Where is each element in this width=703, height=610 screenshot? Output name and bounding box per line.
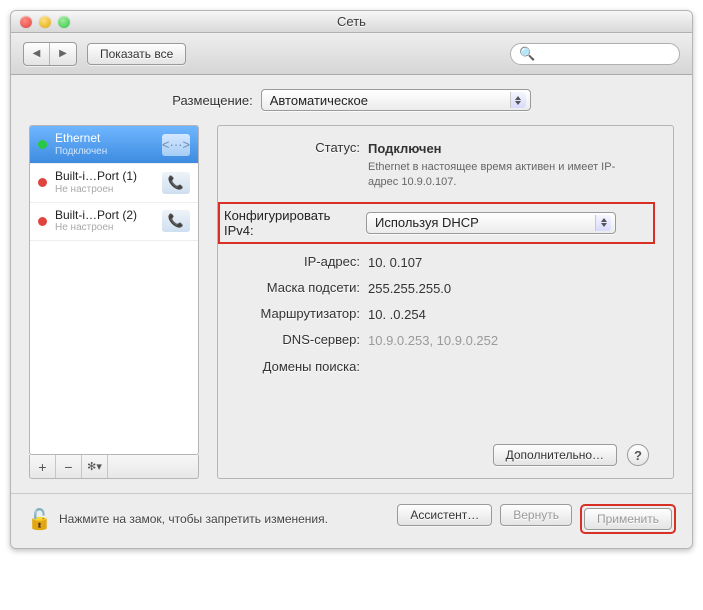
columns: Ethernet Подключен <···> Built-i…Port (1…: [29, 125, 674, 479]
service-action-button[interactable]: ✻▾: [82, 455, 108, 478]
apply-label: Применить: [597, 512, 659, 526]
titlebar: Сеть: [11, 11, 692, 33]
ip-label: IP-адрес:: [218, 254, 368, 270]
service-item-modem-2[interactable]: Built-i…Port (2) Не настроен 📞: [30, 203, 198, 241]
back-button[interactable]: ◀: [24, 43, 50, 65]
forward-button[interactable]: ▶: [50, 43, 76, 65]
location-popup[interactable]: Автоматическое: [261, 89, 531, 111]
location-value: Автоматическое: [270, 93, 368, 108]
chevron-left-icon: ◀: [33, 48, 41, 59]
toolbar: ◀ ▶ Показать все 🔍: [11, 33, 692, 75]
advanced-button[interactable]: Дополнительно…: [493, 444, 617, 466]
network-prefs-window: Сеть ◀ ▶ Показать все 🔍 Размещение: Авто…: [10, 10, 693, 549]
services-footer: + − ✻▾: [29, 455, 199, 479]
help-icon: ?: [634, 448, 642, 463]
search-input[interactable]: [541, 46, 671, 62]
revert-label: Вернуть: [513, 508, 559, 522]
router-label: Маршрутизатор:: [218, 306, 368, 322]
lock-button[interactable]: 🔓: [27, 507, 49, 532]
service-name: Ethernet: [55, 132, 154, 146]
remove-service-button[interactable]: −: [56, 455, 82, 478]
assistant-button[interactable]: Ассистент…: [397, 504, 492, 526]
router-row: Маршрутизатор: 10. .0.254: [218, 306, 655, 322]
ip-row: IP-адрес: 10. 0.107: [218, 254, 655, 270]
ethernet-icon: <···>: [162, 134, 190, 156]
mask-value: 255.255.255.0: [368, 280, 451, 296]
configure-ipv4-row: КонфигурироватьIPv4: Используя DHCP: [218, 202, 655, 244]
status-value: Подключен: [368, 140, 628, 156]
updown-caret-icon: [510, 92, 526, 108]
plus-icon: +: [38, 459, 46, 475]
footer-buttons: Ассистент… Вернуть Применить: [397, 504, 676, 534]
status-label: Статус:: [218, 140, 368, 156]
mask-row: Маска подсети: 255.255.255.0: [218, 280, 655, 296]
service-sub: Не настроен: [55, 184, 154, 196]
service-name: Built-i…Port (2): [55, 209, 154, 223]
lock-icon: 🔓: [27, 509, 52, 531]
apply-button[interactable]: Применить: [584, 508, 672, 530]
services-list[interactable]: Ethernet Подключен <···> Built-i…Port (1…: [29, 125, 199, 455]
window-body: Размещение: Автоматическое Ethernet Подк…: [11, 75, 692, 493]
footer: 🔓 Нажмите на замок, чтобы запретить изме…: [11, 493, 692, 548]
updown-caret-icon: [595, 215, 611, 231]
add-service-button[interactable]: +: [30, 455, 56, 478]
search-domain-label: Домены поиска:: [218, 359, 368, 375]
help-button[interactable]: ?: [627, 444, 649, 466]
dns-label: DNS-сервер:: [218, 332, 368, 348]
advanced-label: Дополнительно…: [506, 448, 604, 462]
minus-icon: −: [64, 459, 72, 475]
dns-value: 10.9.0.253, 10.9.0.252: [368, 332, 498, 348]
router-value: 10. .0.254: [368, 306, 426, 322]
configure-ipv4-value: Используя DHCP: [375, 215, 479, 230]
configure-ipv4-popup[interactable]: Используя DHCP: [366, 212, 616, 234]
status-dot-icon: [38, 217, 47, 226]
location-label: Размещение:: [172, 93, 253, 108]
service-name: Built-i…Port (1): [55, 170, 154, 184]
service-sub: Подключен: [55, 146, 154, 158]
apply-highlight: Применить: [580, 504, 676, 534]
nav-back-forward[interactable]: ◀ ▶: [23, 42, 77, 66]
search-domain-row: Домены поиска:: [218, 359, 655, 375]
location-row: Размещение: Автоматическое: [29, 89, 674, 111]
configure-label: КонфигурироватьIPv4:: [224, 208, 366, 238]
phone-icon: 📞: [162, 172, 190, 194]
phone-icon: 📞: [162, 210, 190, 232]
details-panel: Статус: Подключен Ethernet в настоящее в…: [217, 125, 674, 479]
mask-label: Маска подсети:: [218, 280, 368, 296]
show-all-label: Показать все: [100, 47, 173, 61]
status-dot-icon: [38, 140, 47, 149]
window-title: Сеть: [11, 14, 692, 29]
service-item-ethernet[interactable]: Ethernet Подключен <···>: [30, 126, 198, 164]
dns-row: DNS-сервер: 10.9.0.253, 10.9.0.252: [218, 332, 655, 348]
assistant-label: Ассистент…: [410, 508, 479, 522]
status-subtext: Ethernet в настоящее время активен и име…: [368, 160, 628, 190]
service-item-modem-1[interactable]: Built-i…Port (1) Не настроен 📞: [30, 164, 198, 202]
show-all-button[interactable]: Показать все: [87, 43, 186, 65]
revert-button[interactable]: Вернуть: [500, 504, 572, 526]
chevron-right-icon: ▶: [59, 48, 67, 59]
search-field[interactable]: 🔍: [510, 43, 680, 65]
lock-text: Нажмите на замок, чтобы запретить измене…: [59, 512, 387, 526]
status-row: Статус: Подключен Ethernet в настоящее в…: [218, 140, 655, 190]
status-dot-icon: [38, 178, 47, 187]
advanced-row: Дополнительно… ?: [218, 444, 655, 466]
ip-value: 10. 0.107: [368, 254, 422, 270]
sidebar: Ethernet Подключен <···> Built-i…Port (1…: [29, 125, 199, 479]
gear-icon: ✻▾: [87, 460, 102, 473]
service-sub: Не настроен: [55, 222, 154, 234]
search-icon: 🔍: [519, 46, 535, 62]
